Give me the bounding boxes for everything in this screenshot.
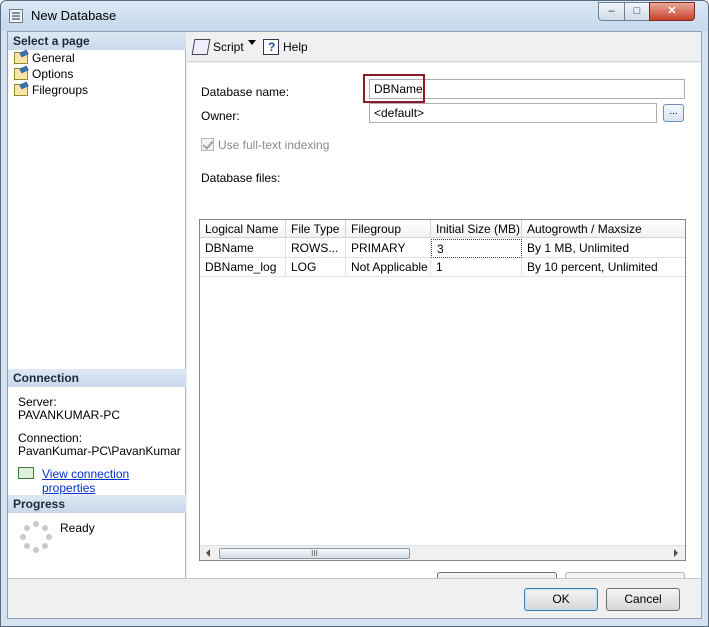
connection-header: Connection xyxy=(8,369,186,387)
dialog-client: Select a page General Options Filegroups… xyxy=(7,31,702,619)
script-dropdown-chevron-down-icon[interactable] xyxy=(248,40,256,45)
script-button[interactable]: Script xyxy=(191,39,244,56)
connection-value: PavanKumar-PC\PavanKumar xyxy=(18,444,181,458)
connection-label: Connection: xyxy=(18,431,83,445)
maximize-button[interactable]: □ xyxy=(624,2,650,21)
cell-autogrowth[interactable]: By 1 MB, Unlimited xyxy=(522,239,685,258)
right-pane: Script Help Database name: DBName Owner:… xyxy=(187,32,701,595)
minimize-button[interactable]: – xyxy=(598,2,625,21)
scroll-right-icon[interactable] xyxy=(674,549,678,557)
toolbar: Script Help xyxy=(187,32,701,62)
page-options-label: Options xyxy=(32,67,74,81)
fulltext-indexing-label: Use full-text indexing xyxy=(218,138,330,152)
new-database-dialog: New Database – □ ✕ Select a page General… xyxy=(0,0,709,627)
progress-header: Progress xyxy=(8,495,186,513)
close-icon: ✕ xyxy=(667,5,677,17)
window-title: New Database xyxy=(31,8,117,23)
cell-initial-size[interactable]: 3 xyxy=(431,239,522,258)
cell-initial-size[interactable]: 1 xyxy=(431,258,522,277)
close-button[interactable]: ✕ xyxy=(649,2,695,21)
cell-file-type[interactable]: ROWS... xyxy=(286,239,346,258)
minimize-icon: – xyxy=(608,5,615,17)
owner-browse-button[interactable]: ... xyxy=(663,104,684,122)
cell-autogrowth[interactable]: By 10 percent, Unlimited xyxy=(522,258,685,277)
page-options[interactable]: Options xyxy=(12,66,73,82)
owner-input[interactable]: <default> xyxy=(369,103,657,123)
horizontal-scrollbar[interactable]: III xyxy=(200,545,685,560)
cell-logical-name[interactable]: DBName xyxy=(200,239,286,258)
owner-label: Owner: xyxy=(201,109,240,123)
database-files-table: Logical Name File Type Filegroup Initial… xyxy=(199,219,686,561)
help-icon xyxy=(263,39,279,56)
table-header: Logical Name File Type Filegroup Initial… xyxy=(200,220,685,238)
connection-properties-icon xyxy=(18,467,34,479)
maximize-icon: □ xyxy=(633,5,641,17)
column-header-initial-size[interactable]: Initial Size (MB) xyxy=(431,220,522,238)
ok-button[interactable]: OK xyxy=(524,588,598,611)
general-page-content: Database name: DBName Owner: <default> .… xyxy=(187,63,701,595)
cell-file-type[interactable]: LOG xyxy=(286,258,346,277)
cell-filegroup[interactable]: PRIMARY xyxy=(346,239,431,258)
page-icon xyxy=(14,84,28,96)
page-general[interactable]: General xyxy=(12,50,75,66)
title-bar[interactable]: New Database – □ ✕ xyxy=(1,1,708,31)
scrollbar-thumb[interactable]: III xyxy=(219,548,410,559)
column-header-file-type[interactable]: File Type xyxy=(286,220,346,238)
view-connection-properties-link[interactable]: View connection properties xyxy=(42,467,185,495)
database-name-highlight-box xyxy=(363,74,425,103)
scroll-left-icon[interactable] xyxy=(206,549,210,557)
cell-filegroup[interactable]: Not Applicable xyxy=(346,258,431,277)
database-files-label: Database files: xyxy=(201,171,281,185)
cancel-button[interactable]: Cancel xyxy=(606,588,680,611)
page-filegroups-label: Filegroups xyxy=(32,83,89,97)
progress-spinner-icon xyxy=(20,521,52,553)
help-label: Help xyxy=(283,40,308,54)
column-header-filegroup[interactable]: Filegroup xyxy=(346,220,431,238)
page-filegroups[interactable]: Filegroups xyxy=(12,82,88,98)
server-label: Server: xyxy=(18,395,57,409)
server-value: PAVANKUMAR-PC xyxy=(18,408,121,422)
column-header-autogrowth[interactable]: Autogrowth / Maxsize xyxy=(522,220,685,238)
script-icon xyxy=(191,39,211,55)
page-general-label: General xyxy=(32,51,75,65)
dialog-button-bar: OK Cancel xyxy=(8,578,701,618)
script-label: Script xyxy=(213,40,244,54)
page-icon xyxy=(14,68,28,80)
database-name-label: Database name: xyxy=(201,85,290,99)
page-icon xyxy=(14,52,28,64)
column-header-logical-name[interactable]: Logical Name xyxy=(200,220,286,238)
fulltext-indexing-checkbox[interactable] xyxy=(201,138,214,151)
left-pane: Select a page General Options Filegroups… xyxy=(8,32,186,578)
select-page-header: Select a page xyxy=(8,32,186,50)
app-icon xyxy=(9,9,23,23)
progress-status: Ready xyxy=(60,521,95,535)
cell-logical-name[interactable]: DBName_log xyxy=(200,258,286,277)
help-button[interactable]: Help xyxy=(263,39,308,56)
